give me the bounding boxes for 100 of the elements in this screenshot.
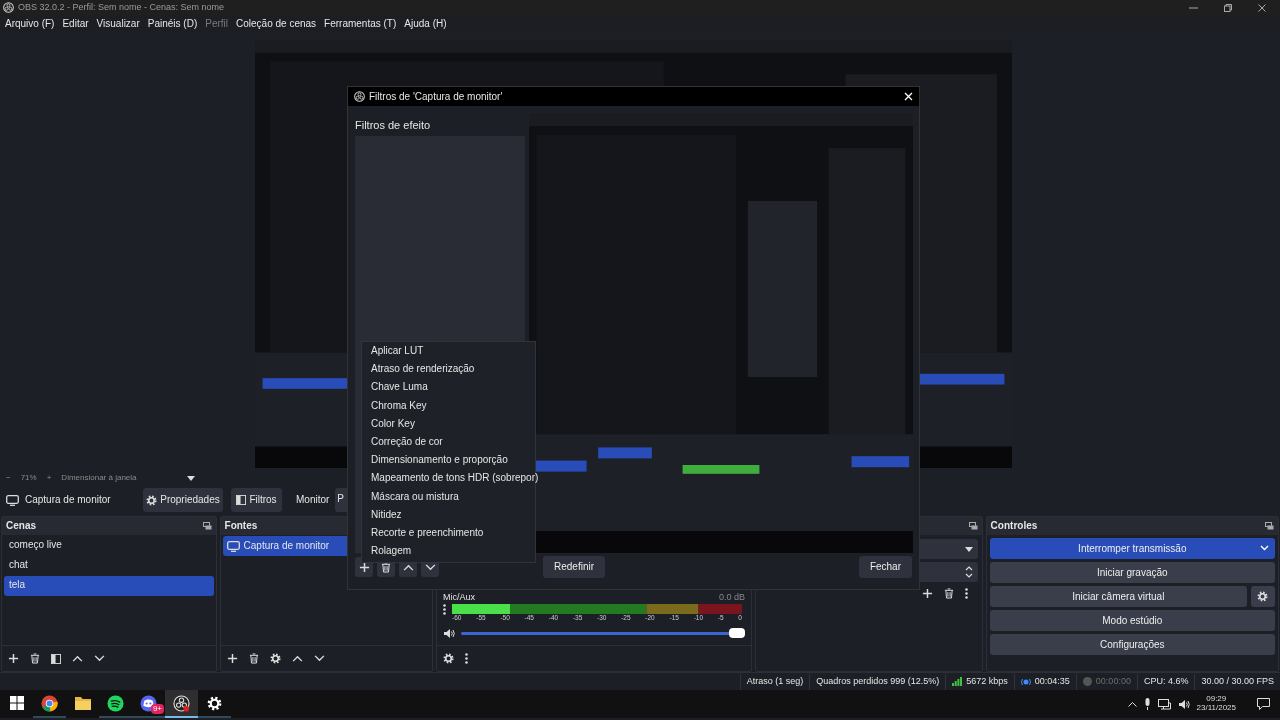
folder-icon (74, 696, 91, 710)
zoom-out-button[interactable]: − (6, 473, 11, 483)
menu-item[interactable]: Máscara ou mistura (362, 488, 535, 507)
window-title: OBS 32.0.2 - Perfil: Sem nome - Cenas: Sem nome (18, 2, 225, 13)
network-icon[interactable] (1157, 698, 1171, 710)
gear-icon (207, 695, 222, 711)
trash-icon[interactable] (943, 588, 954, 599)
control-button[interactable]: Interromper transmissão (989, 538, 1275, 559)
menu-item[interactable]: Painéis (D) (143, 18, 202, 30)
microphone-icon[interactable] (1143, 698, 1151, 710)
add-icon (358, 561, 370, 573)
chevron-icon[interactable] (1260, 545, 1269, 551)
toolbar-button[interactable]: Propriedades (143, 488, 223, 512)
menu-item[interactable]: Arquivo (F) (1, 18, 59, 30)
filter-icon[interactable] (51, 653, 61, 664)
move-up-icon[interactable] (291, 655, 303, 662)
monitor-icon (6, 494, 19, 506)
close-button[interactable]: Fechar (858, 556, 912, 578)
menu-item[interactable]: Ajuda (H) (400, 18, 451, 30)
filter-icon (236, 495, 247, 505)
menu-item[interactable]: Ferramentas (T) (320, 18, 401, 30)
status-text: Atraso (1 seg) (746, 676, 804, 687)
signal-bars-icon (952, 677, 963, 686)
ring-logo-icon (41, 694, 58, 712)
status-text: 00:04:35 (1034, 676, 1070, 687)
trash-icon[interactable] (248, 653, 259, 664)
trash-icon (381, 561, 391, 573)
monitor-label: Monitor (296, 494, 330, 506)
chevron-up-icon (402, 563, 414, 571)
speaker-icon[interactable] (443, 627, 456, 639)
menu-item[interactable]: Nitidez (362, 506, 535, 525)
add-icon[interactable] (8, 653, 19, 664)
notifications-icon[interactable] (1257, 698, 1270, 710)
control-button[interactable]: Iniciar câmera virtual (989, 586, 1247, 607)
status-text: CPU: 4.6% (1143, 676, 1189, 687)
menu-item[interactable]: Coleção de cenas (232, 18, 321, 30)
control-button[interactable]: Modo estúdio (989, 610, 1275, 631)
dock-title: Fontes (224, 520, 258, 532)
control-button[interactable]: Configurações (989, 634, 1275, 655)
undock-icon[interactable] (202, 522, 212, 530)
gear-icon[interactable] (269, 653, 281, 664)
notification-badge: 9+ (150, 704, 164, 714)
four-squares-icon (9, 696, 24, 710)
monitor-icon (226, 540, 240, 552)
volume-slider-thumb[interactable] (729, 627, 746, 638)
meter-warning-zone (646, 603, 699, 614)
move-down-icon[interactable] (94, 655, 105, 662)
gear-icon[interactable] (443, 653, 455, 664)
settings-button[interactable] (1251, 586, 1275, 607)
sound-waves-icon (107, 694, 124, 712)
gear-icon (146, 494, 158, 506)
clock-date[interactable]: 23/11/2025 (1196, 704, 1236, 713)
trash-icon[interactable] (30, 653, 40, 664)
status-text: 00:00:00 (1095, 676, 1131, 687)
menu-item[interactable]: Editar (58, 18, 93, 30)
restore-icon[interactable] (1224, 3, 1232, 12)
speaker-icon[interactable] (1177, 698, 1190, 710)
menu-item[interactable]: Visualizar (92, 18, 144, 30)
broadcast-icon (1020, 677, 1031, 686)
taskbar-button[interactable] (165, 690, 198, 718)
clock-time[interactable]: 09:29 (1206, 695, 1227, 704)
channel-name: Mic/Aux (443, 592, 476, 603)
move-up-icon[interactable] (72, 655, 83, 662)
scene-item[interactable]: chat (4, 556, 214, 576)
status-text: Quadros perdidos 999 (12.5%) (816, 676, 940, 687)
scene-item[interactable]: começo live (4, 536, 214, 556)
reset-button[interactable]: Redefinir (543, 556, 606, 578)
scene-item[interactable]: tela (4, 576, 214, 596)
app-logo-icon (3, 2, 14, 13)
gear-icon (1257, 591, 1269, 602)
more-options-icon[interactable] (964, 588, 968, 599)
status-text: 30.00 / 30.00 FPS (1201, 676, 1274, 687)
caret-icon (964, 546, 973, 552)
zoom-in-button[interactable]: + (46, 473, 52, 483)
volume-slider-track[interactable] (461, 631, 746, 635)
aperture-logo-icon (173, 694, 190, 712)
more-options-icon[interactable] (465, 653, 469, 664)
toolbar-button[interactable]: Filtros (231, 488, 282, 512)
more-options-icon[interactable] (443, 603, 447, 615)
chevron-down-icon (424, 563, 436, 571)
source-name: Captura de monitor (25, 494, 112, 506)
volume-reading: 0.0 dB (719, 592, 746, 603)
dock-title: Controles (990, 520, 1038, 532)
caret-icon[interactable] (186, 475, 195, 481)
minimize-icon[interactable] (1189, 6, 1198, 9)
zoom-level: 71% (20, 473, 37, 483)
undock-icon[interactable] (1265, 522, 1274, 530)
close-icon[interactable] (1258, 3, 1266, 12)
undock-icon[interactable] (968, 522, 978, 530)
move-down-icon[interactable] (313, 655, 325, 662)
fit-to-window-option[interactable]: Dimensionar à janela (61, 473, 137, 483)
add-icon[interactable] (226, 653, 238, 664)
record-dot-icon (1082, 677, 1092, 686)
meter-peak-zone (698, 603, 743, 614)
dock-title: Cenas (6, 520, 36, 532)
status-text: 5672 kbps (966, 676, 1008, 687)
show-hidden-icons-icon[interactable] (1127, 701, 1137, 707)
add-icon[interactable] (921, 588, 933, 599)
control-button[interactable]: Iniciar gravação (989, 562, 1275, 583)
spin-arrows-icon (964, 565, 973, 579)
